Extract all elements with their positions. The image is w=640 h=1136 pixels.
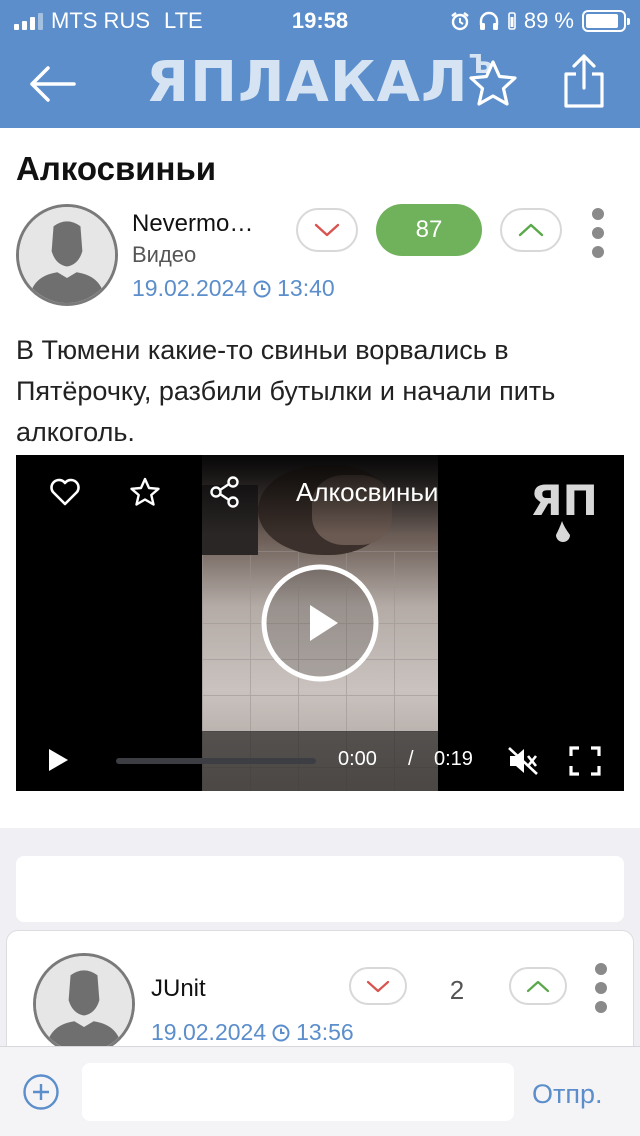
muted-speaker-icon[interactable] [506, 745, 540, 777]
chevron-down-icon [314, 223, 340, 237]
site-logo[interactable]: ЯПЛАКАЛЪ [0, 50, 640, 115]
send-button[interactable]: Отпр. [532, 1079, 603, 1110]
video-title: Алкосвиньи [296, 477, 439, 507]
post-date-line: 19.02.2024 13:40 [132, 275, 335, 302]
upvote-button[interactable] [500, 208, 562, 252]
top-bar: MTS RUS LTE 19:58 89 % ЯПЛАКАЛЪ [0, 0, 640, 128]
clock-icon [253, 280, 271, 297]
video-player[interactable]: Алкосвиньи ЯП 0:00 / 0:19 [16, 455, 624, 791]
chevron-down-icon [366, 980, 390, 993]
comment-composer: Отпр. [0, 1046, 640, 1136]
post-more-icon[interactable] [590, 208, 606, 258]
headphones-battery-icon [508, 12, 516, 30]
nav-bar: ЯПЛАКАЛЪ [0, 42, 640, 128]
post-category[interactable]: Видео [132, 242, 196, 268]
chevron-up-icon [518, 223, 544, 237]
avatar-placeholder-icon [36, 956, 132, 1052]
chevron-up-icon [526, 980, 550, 993]
comment-more-icon[interactable] [593, 963, 609, 1013]
comment-author[interactable]: JUnit [151, 975, 206, 1003]
empty-reply-box [16, 856, 624, 922]
post-body-text: В Тюмени какие-то свиньи ворвались в Пят… [16, 335, 556, 447]
favorite-star-icon[interactable] [128, 475, 162, 509]
post-time: 13:40 [277, 275, 335, 301]
video-current-time: 0:00 [338, 748, 377, 770]
comment-date-line: 19.02.2024 13:56 [151, 1019, 354, 1046]
video-controls: 0:00 / 0:19 [16, 731, 624, 791]
logo-text: ЯПЛАКАЛ [146, 50, 469, 115]
comment-time: 13:56 [296, 1019, 354, 1045]
clock-icon [272, 1024, 290, 1041]
status-right: 89 % [450, 8, 630, 34]
alarm-icon [451, 12, 469, 31]
share-icon[interactable] [558, 52, 610, 110]
video-progress-bar[interactable] [116, 758, 316, 764]
post-date: 19.02.2024 [132, 275, 248, 301]
comment-card: JUnit 19.02.2024 13:56 2 [6, 930, 634, 1060]
video-time-separator: / [408, 748, 414, 770]
comment-downvote-button[interactable] [349, 967, 407, 1005]
comment-input[interactable] [82, 1063, 514, 1121]
battery-percent: 89 % [523, 8, 574, 33]
video-duration: 0:19 [434, 748, 473, 770]
post-author[interactable]: Nevermo… [132, 210, 253, 238]
headphones-icon [479, 11, 499, 30]
comment-score: 2 [449, 975, 465, 1005]
comment-date: 19.02.2024 [151, 1019, 267, 1045]
video-share-icon[interactable] [208, 475, 242, 509]
avatar-placeholder-icon [19, 207, 115, 303]
comment-author-avatar[interactable] [33, 953, 135, 1055]
heart-icon[interactable] [48, 475, 82, 509]
post-score-badge: 87 [376, 204, 482, 256]
big-play-button[interactable] [260, 563, 380, 683]
author-avatar[interactable] [16, 204, 118, 306]
yaplakal-watermark-logo: ЯП [530, 476, 598, 542]
watermark-text: ЯП [530, 476, 598, 525]
star-icon[interactable] [466, 58, 520, 110]
add-attachment-icon[interactable] [22, 1073, 60, 1111]
downvote-button[interactable] [296, 208, 358, 252]
play-icon[interactable] [46, 747, 70, 773]
status-bar: MTS RUS LTE 19:58 89 % [0, 0, 640, 42]
battery-icon [582, 10, 630, 32]
comment-upvote-button[interactable] [509, 967, 567, 1005]
post-title: Алкосвиньи [16, 150, 217, 187]
fullscreen-icon[interactable] [568, 745, 602, 777]
post-card: Алкосвиньи Nevermo… Видео 19.02.2024 13:… [0, 128, 640, 828]
